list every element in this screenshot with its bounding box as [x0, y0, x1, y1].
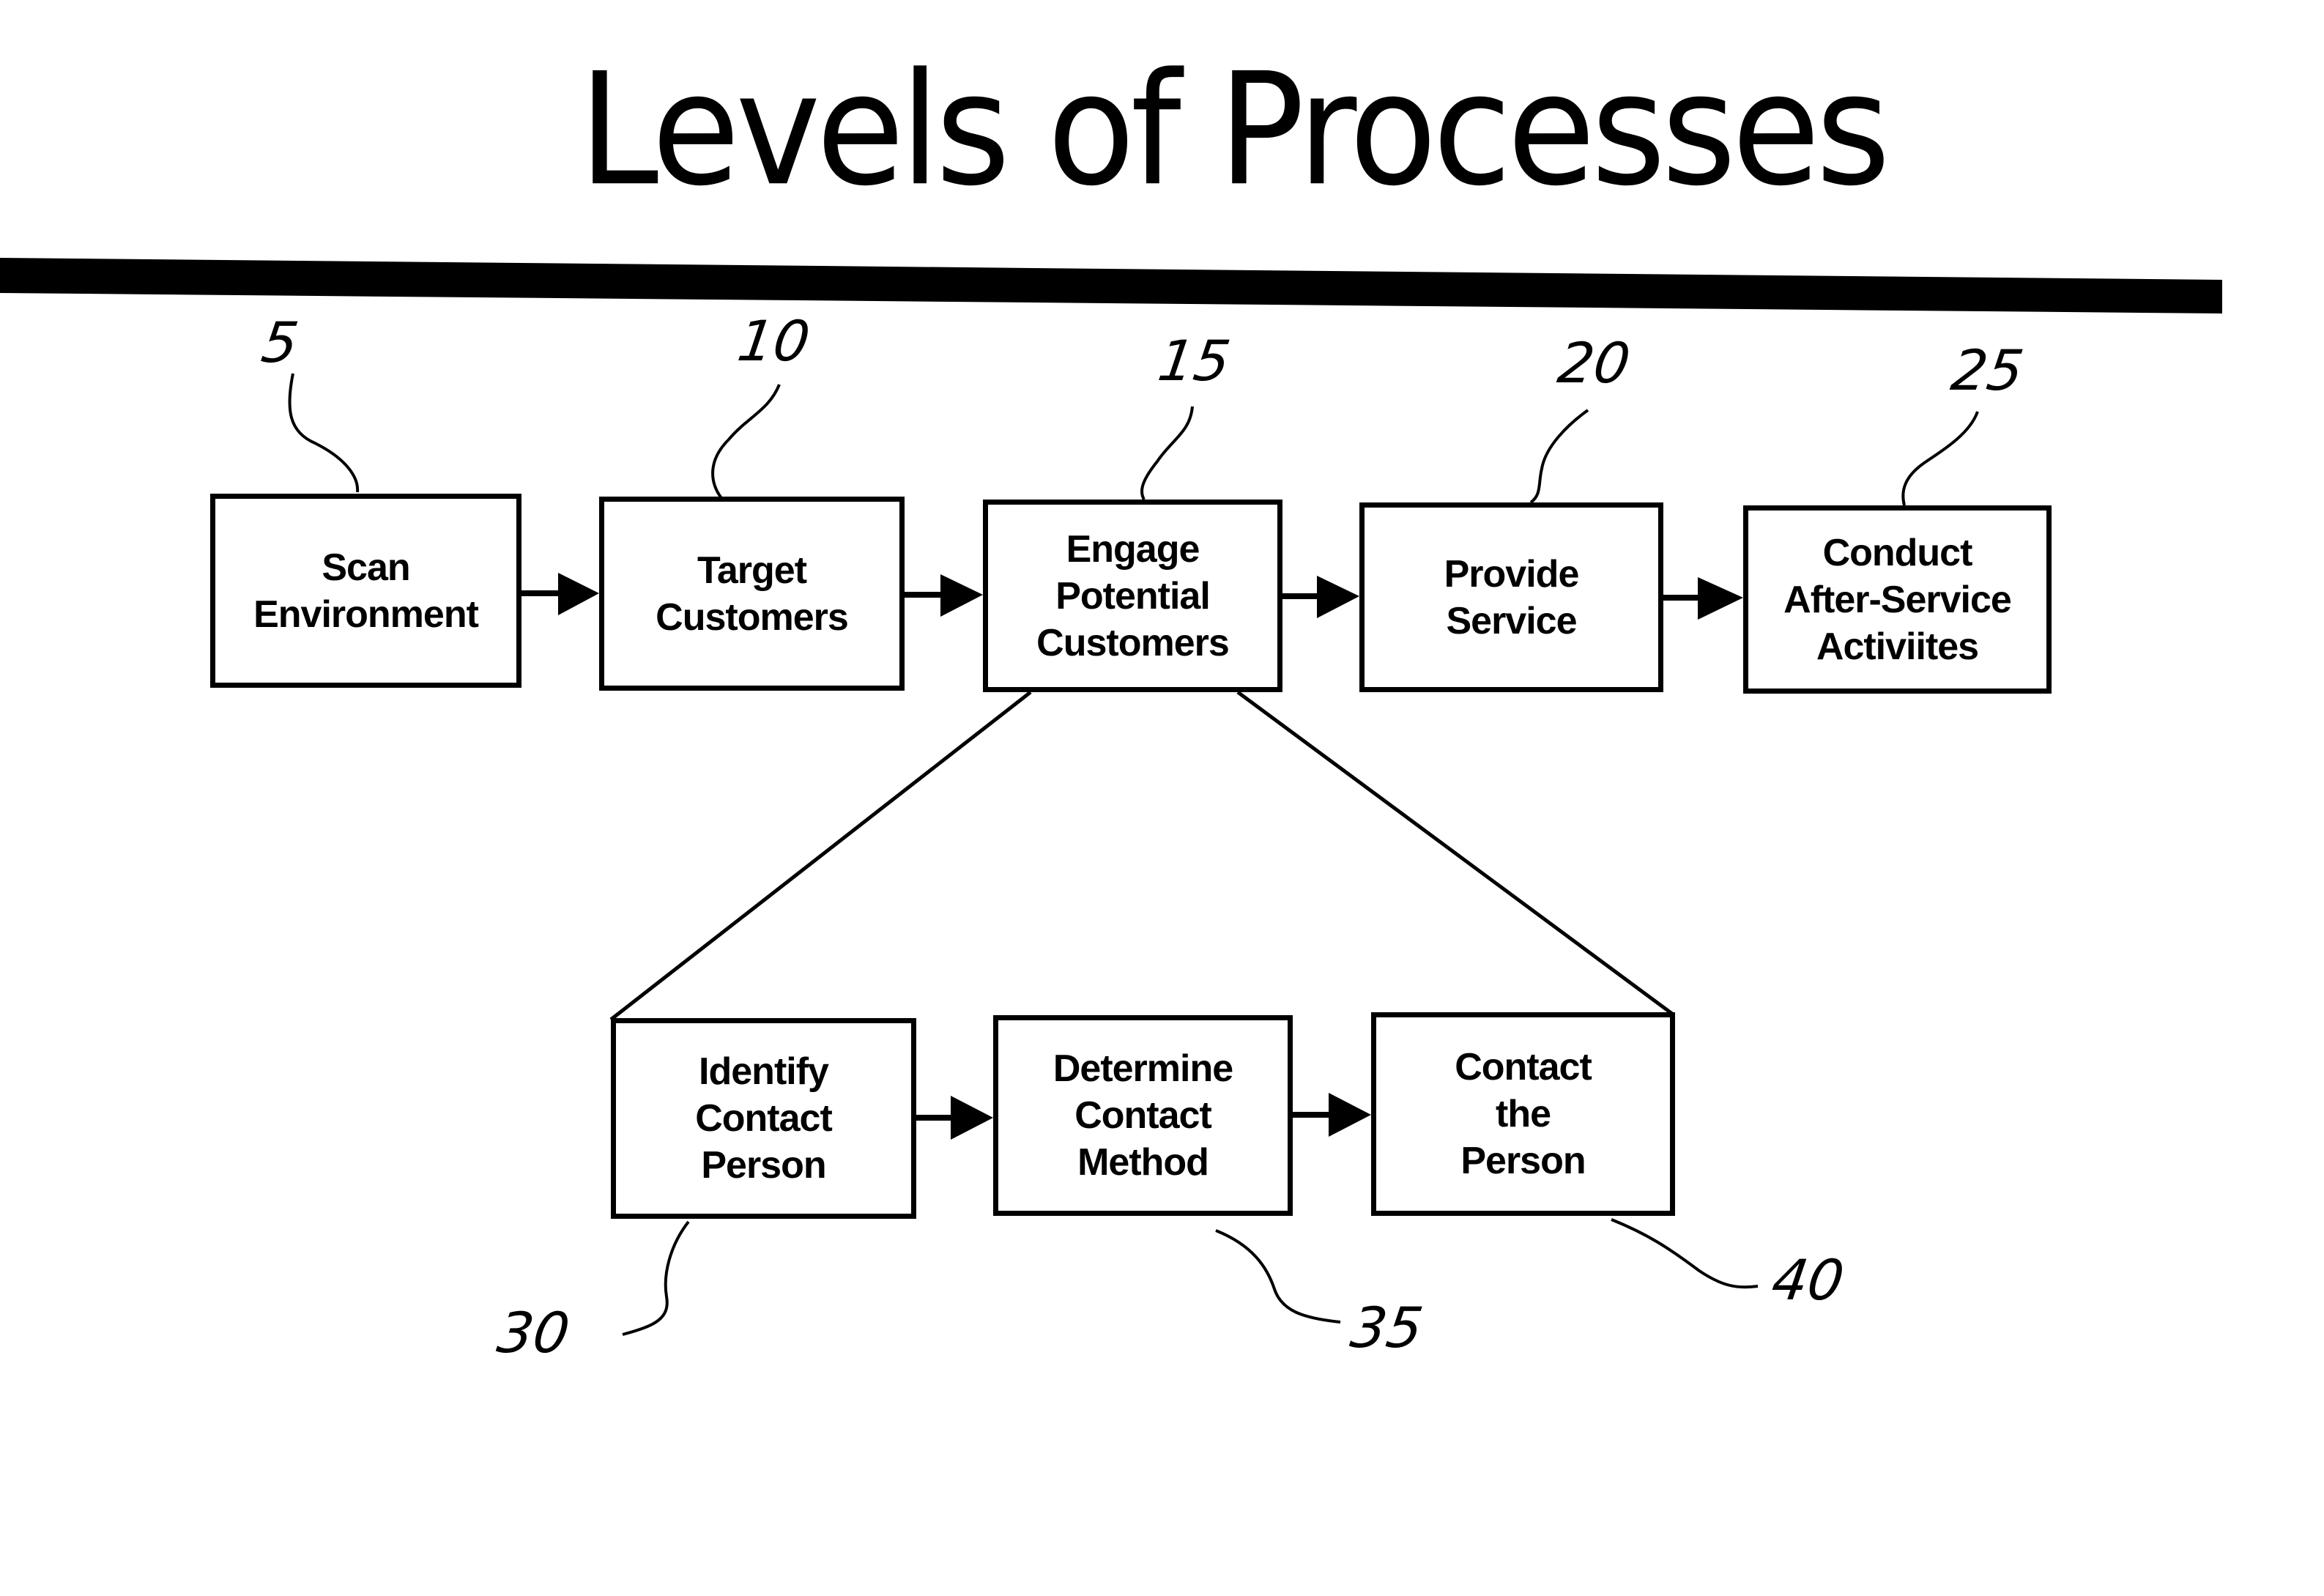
process-box-contact-the-person: Contact the Person: [1371, 1012, 1675, 1216]
diagram-canvas: Levels of Processes Scan Environment Tar…: [0, 0, 2324, 1596]
process-label: Identify Contact Person: [695, 1050, 833, 1187]
process-label: Determine Contact Method: [1053, 1047, 1233, 1184]
leader-line-20: [1529, 409, 1589, 504]
leader-line-35: [1215, 1229, 1341, 1324]
leader-line-15: [1140, 406, 1194, 501]
reference-numeral-20: 20: [1553, 330, 1635, 396]
process-label: Target Customers: [656, 549, 849, 639]
process-box-scan-environment: Scan Environment: [210, 494, 521, 688]
process-label: Scan Environment: [253, 546, 479, 636]
process-label: Contact the Person: [1455, 1046, 1592, 1182]
reference-numeral-30: 30: [493, 1300, 574, 1365]
expansion-line-left: [609, 691, 1032, 1021]
leader-line-25: [1901, 411, 1979, 506]
reference-numeral-40: 40: [1767, 1247, 1849, 1313]
reference-numeral-15: 15: [1154, 328, 1235, 393]
leader-line-40: [1611, 1218, 1759, 1289]
process-label: Conduct After-Service Activiites: [1783, 531, 2012, 668]
process-box-engage-potential-customers: Engage Potential Customers: [983, 500, 1282, 692]
expansion-line-right: [1236, 690, 1674, 1016]
reference-numeral-25: 25: [1947, 338, 2028, 403]
process-label: Provide Service: [1444, 552, 1580, 642]
reference-numeral-10: 10: [733, 308, 814, 374]
connectors-layer: [0, 258, 2222, 1336]
arrow-engage-to-provide: [1282, 576, 1359, 618]
process-label: Engage Potential Customers: [1036, 527, 1230, 664]
process-box-target-customers: Target Customers: [599, 497, 905, 691]
arrow-scan-to-target: [521, 573, 599, 615]
leader-line-5: [288, 373, 360, 493]
process-box-determine-contact-method: Determine Contact Method: [993, 1015, 1293, 1216]
leader-line-30: [622, 1220, 690, 1336]
header-rule: [0, 258, 2222, 313]
arrow-identify-to-determine: [916, 1096, 993, 1140]
arrow-target-to-engage: [905, 574, 983, 617]
process-box-identify-contact-person: Identify Contact Person: [611, 1018, 916, 1219]
process-box-provide-service: Provide Service: [1359, 502, 1663, 692]
leader-line-10: [711, 384, 781, 500]
process-box-conduct-after-service: Conduct After-Service Activiites: [1743, 505, 2052, 694]
arrow-provide-to-conduct: [1663, 577, 1743, 620]
arrow-determine-to-contact: [1293, 1093, 1371, 1137]
reference-numeral-35: 35: [1346, 1295, 1428, 1360]
